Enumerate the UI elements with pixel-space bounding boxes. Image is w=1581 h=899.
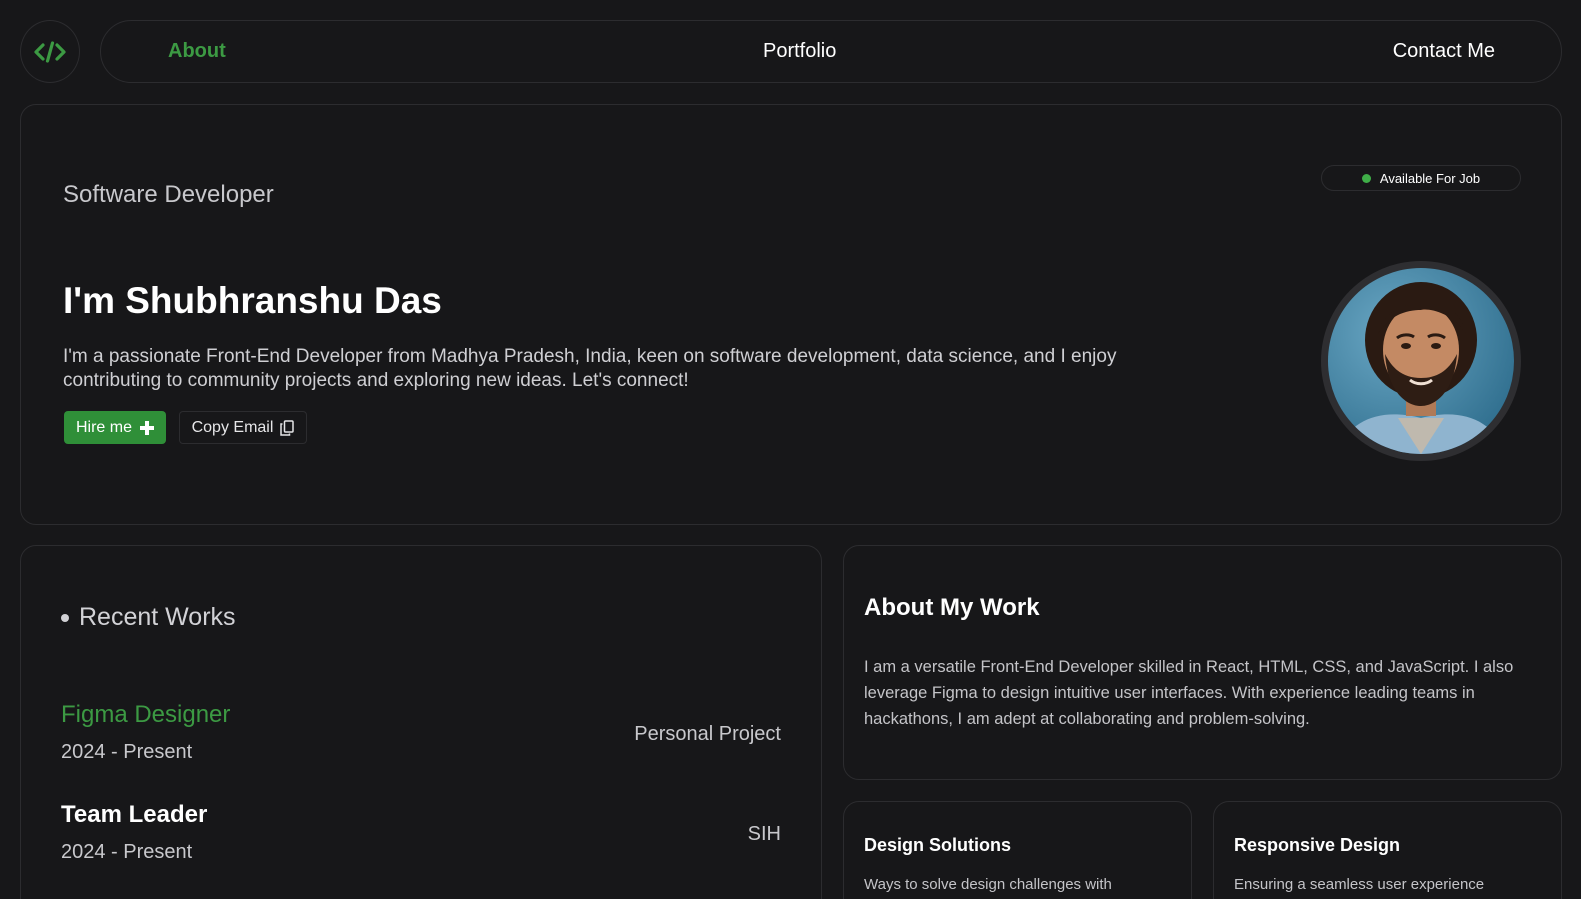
copy-email-label: Copy Email [191, 418, 274, 436]
avatar-frame [1321, 261, 1521, 461]
avatar [1328, 268, 1514, 454]
top-navbar: About Portfolio Contact Me [100, 20, 1562, 83]
recent-works-label: Recent Works [79, 603, 236, 631]
nav-link-portfolio[interactable]: Portfolio [763, 21, 836, 82]
work-date: 2024 - Present [61, 741, 193, 763]
work-role: Team Leader [61, 801, 208, 828]
feature-card-responsive-design: Responsive Design Ensuring a seamless us… [1213, 801, 1562, 899]
work-role: Figma Designer [61, 701, 231, 728]
nav-link-contact[interactable]: Contact Me [1393, 21, 1495, 82]
about-work-card: About My Work I am a versatile Front-End… [843, 545, 1562, 780]
work-date: 2024 - Present [61, 841, 193, 863]
page: About Portfolio Contact Me Software Deve… [0, 0, 1581, 899]
availability-badge: Available For Job [1321, 165, 1521, 191]
availability-label: Available For Job [1379, 170, 1481, 186]
recent-works-heading: Recent Works [61, 603, 236, 632]
feature-card-design-solutions: Design Solutions Ways to solve design ch… [843, 801, 1192, 899]
feature-text: Ways to solve design challenges with [864, 876, 1112, 893]
work-item: Team Leader 2024 - Present SIH [61, 801, 781, 871]
code-icon [34, 40, 66, 63]
about-work-text: I am a versatile Front-End Developer ski… [864, 658, 1514, 728]
recent-works-card: Recent Works Figma Designer 2024 - Prese… [20, 545, 822, 899]
copy-email-button[interactable]: Copy Email [179, 411, 307, 444]
work-tag: SIH [747, 823, 781, 845]
logo-button[interactable] [20, 20, 80, 83]
feature-title: Design Solutions [864, 835, 1012, 855]
hero-heading: I'm Shubhranshu Das [63, 280, 442, 321]
plus-icon [140, 420, 154, 435]
copy-icon [280, 419, 295, 436]
nav-link-about[interactable]: About [168, 21, 226, 82]
about-work-heading: About My Work [864, 594, 1040, 621]
work-tag: Personal Project [634, 723, 781, 745]
role-subtitle: Software Developer [63, 181, 274, 208]
work-item: Figma Designer 2024 - Present Personal P… [61, 701, 781, 771]
status-dot-icon [1361, 173, 1371, 183]
hire-me-button[interactable]: Hire me [64, 411, 166, 444]
bullet-icon [61, 613, 69, 622]
feature-title: Responsive Design [1234, 835, 1401, 855]
hero-bio: I'm a passionate Front-End Developer fro… [63, 346, 1117, 391]
hero-card: Software Developer Available For Job I'm… [20, 104, 1562, 525]
hire-me-label: Hire me [75, 418, 132, 436]
feature-text: Ensuring a seamless user experience [1234, 876, 1485, 893]
